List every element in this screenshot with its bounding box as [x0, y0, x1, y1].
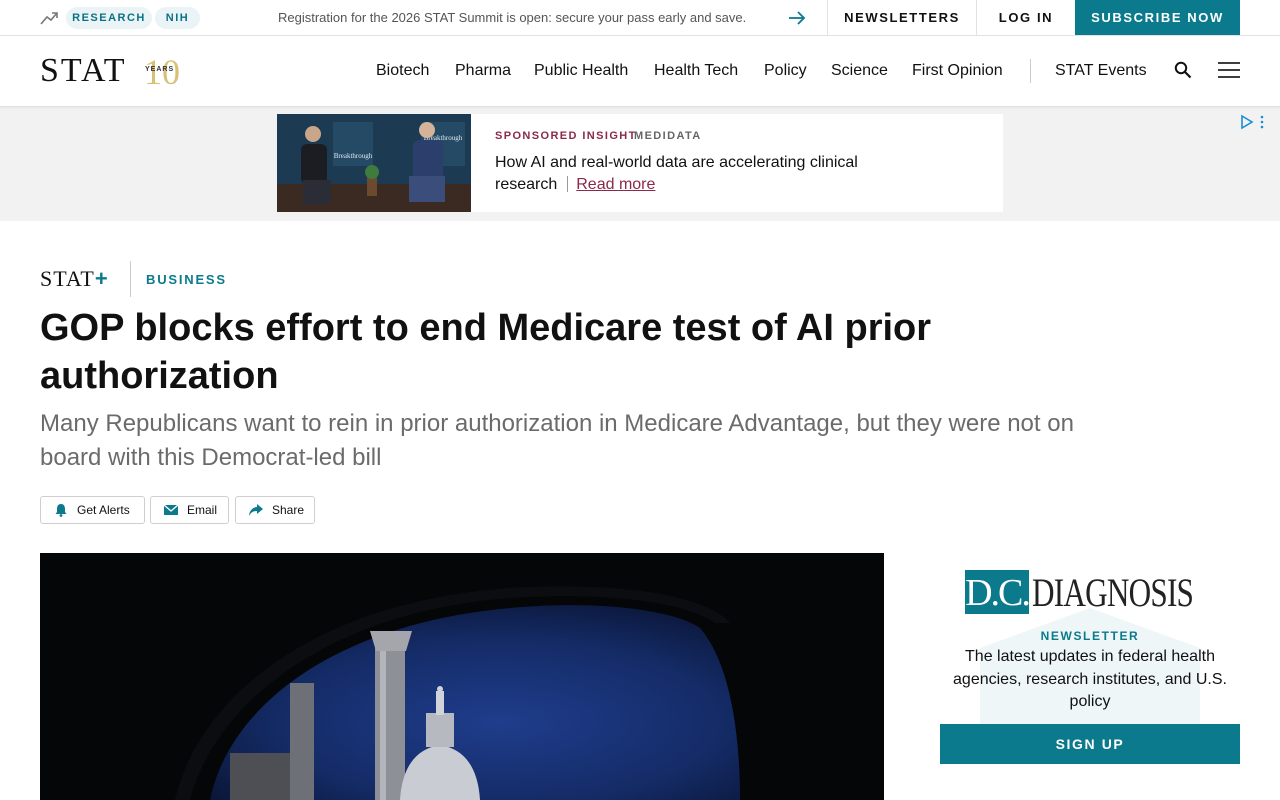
ad-headline-text[interactable]: How AI and real-world data are accelerat…	[495, 154, 858, 193]
share-button[interactable]: Share	[235, 496, 315, 524]
adchoices-icon[interactable]	[1240, 114, 1268, 130]
nav-biotech[interactable]: Biotech	[376, 36, 429, 106]
logo-years: YEARS	[145, 66, 175, 73]
nav-policy[interactable]: Policy	[764, 36, 807, 106]
nav-science[interactable]: Science	[831, 36, 888, 106]
ad-image: Breakthrough Breakthrough	[277, 114, 471, 212]
search-icon[interactable]	[1174, 61, 1192, 79]
share-icon	[249, 504, 263, 516]
hero-image	[40, 553, 884, 800]
email-icon	[163, 504, 179, 515]
stat-logo[interactable]: STAT 10 YEARS	[40, 52, 185, 92]
share-label: Share	[272, 503, 305, 517]
sponsored-ad[interactable]: Breakthrough Breakthrough SPONSORED INSI…	[277, 114, 1003, 212]
article-headline: GOP blocks effort to end Medicare test o…	[40, 307, 932, 397]
nav-divider	[1030, 59, 1031, 83]
article-dek: Many Republicans want to rein in prior a…	[40, 410, 1074, 471]
dc-logo-box: D.C.	[965, 570, 1031, 614]
trending-icon	[40, 12, 58, 25]
section-kicker[interactable]: BUSINESS	[146, 272, 227, 287]
tag-nih[interactable]: NIH	[155, 7, 200, 29]
stat-plus-wordmark: STAT	[40, 266, 95, 291]
tag-research[interactable]: RESEARCH	[66, 7, 152, 29]
get-alerts-button[interactable]: Get Alerts	[40, 496, 145, 524]
promo-banner-link[interactable]: Registration for the 2026 STAT Summit is…	[278, 0, 746, 36]
nav-public-health[interactable]: Public Health	[534, 36, 628, 106]
get-alerts-label: Get Alerts	[77, 503, 130, 517]
sign-up-button[interactable]: SIGN UP	[940, 724, 1240, 764]
bell-icon	[55, 504, 67, 517]
nav-first-opinion[interactable]: First Opinion	[912, 36, 1003, 106]
utility-bar: RESEARCH NIH Registration for the 2026 S…	[0, 0, 1280, 36]
arrow-right-icon[interactable]	[788, 10, 806, 26]
divider	[130, 261, 131, 297]
nav-pharma[interactable]: Pharma	[455, 36, 511, 106]
svg-text:Breakthrough: Breakthrough	[334, 152, 373, 160]
subscribe-button[interactable]: SUBSCRIBE NOW	[1075, 0, 1240, 35]
newsletter-label: NEWSLETTER	[1040, 629, 1140, 643]
dc-logo-word: DIAGNOSIS	[1032, 570, 1194, 615]
email-button[interactable]: Email	[150, 496, 229, 524]
nav-stat-events[interactable]: STAT Events	[1055, 36, 1147, 106]
sponsor-name: MEDIDATA	[634, 130, 702, 142]
stat-plus-logo[interactable]: STAT+	[40, 266, 109, 292]
hamburger-menu-icon[interactable]	[1218, 61, 1240, 79]
email-label: Email	[187, 503, 218, 517]
logo-wordmark: STAT	[40, 52, 127, 89]
newsletter-description: The latest updates in federal health age…	[953, 648, 1227, 710]
main-nav: STAT 10 YEARS Biotech Pharma Public Heal…	[0, 36, 1280, 106]
ad-band: Breakthrough Breakthrough SPONSORED INSI…	[0, 106, 1280, 221]
nav-health-tech[interactable]: Health Tech	[654, 36, 738, 106]
sponsored-label: SPONSORED INSIGHT	[495, 130, 637, 142]
newsletters-link[interactable]: NEWSLETTERS	[828, 0, 976, 36]
plus-mark: +	[94, 266, 109, 291]
divider	[567, 176, 569, 192]
ad-headline[interactable]: How AI and real-world data are accelerat…	[495, 152, 915, 196]
read-more-link[interactable]: Read more	[576, 176, 655, 193]
login-link[interactable]: LOG IN	[977, 0, 1075, 36]
